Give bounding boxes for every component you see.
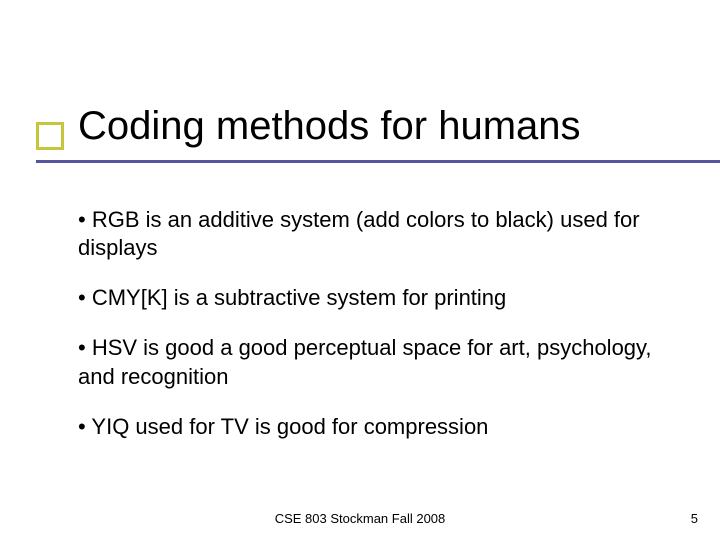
footer-text: CSE 803 Stockman Fall 2008 — [0, 511, 720, 526]
title-underline — [36, 160, 720, 163]
bullet-item: • RGB is an additive system (add colors … — [78, 206, 652, 262]
body-text: • RGB is an additive system (add colors … — [78, 206, 652, 441]
bullet-item: • CMY[K] is a subtractive system for pri… — [78, 284, 652, 312]
slide-title: Coding methods for humans — [78, 104, 581, 148]
page-number: 5 — [691, 511, 698, 526]
bullet-item: • HSV is good a good perceptual space fo… — [78, 334, 652, 390]
bullet-item: • YIQ used for TV is good for compressio… — [78, 413, 652, 441]
title-square-icon — [36, 122, 64, 150]
